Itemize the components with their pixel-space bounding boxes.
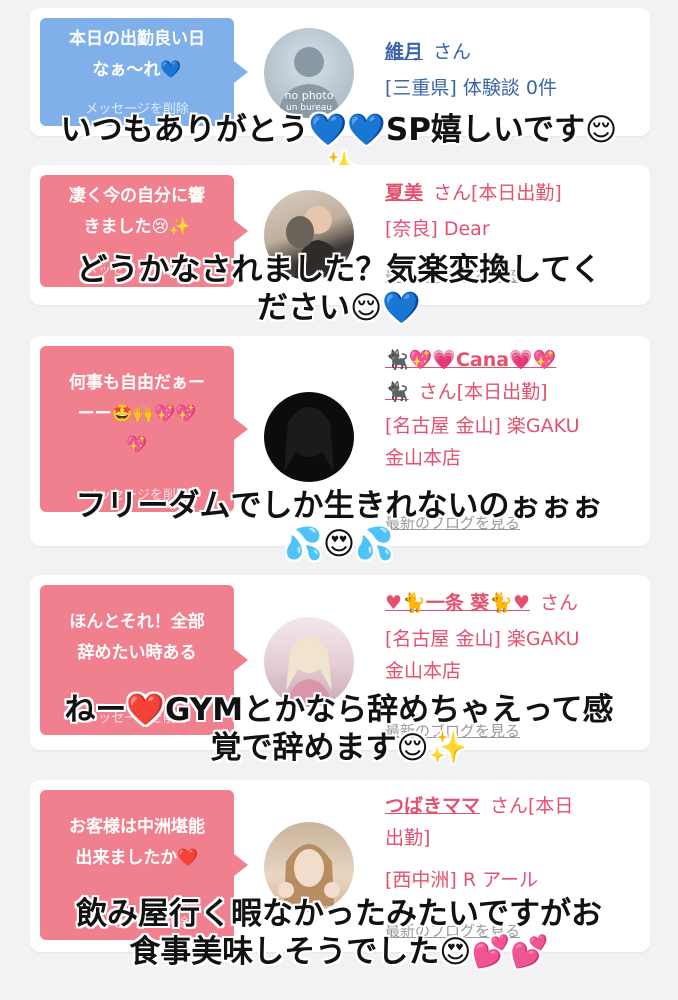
profile-info: 維月 さん [三重県] 体験談 0件 — [385, 36, 635, 104]
message-text: なぁ〜れ💙 — [92, 60, 182, 80]
profile-info: ♥🐈一条 葵🐈♥ さん [名古屋 金山] 楽GAKU 金山本店 — [385, 587, 635, 687]
profile-detail: [名古屋 金山] 楽GAKU — [385, 628, 580, 650]
honorific: さん[本日出勤] — [433, 182, 562, 204]
honorific-continued: 出勤] — [385, 827, 431, 849]
profile-name-link[interactable]: 🐈‍⬛ — [385, 381, 409, 403]
overlay-caption: ねー❤️GYMとかなら辞めちゃえって感 覚で辞めます😌✨ — [64, 692, 614, 766]
profile-info: つばきママ さん[本日 出勤] [西中洲] R アール — [385, 790, 635, 896]
message-text: 本日の出勤良い日 — [69, 29, 205, 49]
overlay-caption: どうかなされました？気楽変換してく ださい😌💙 — [76, 252, 602, 326]
profile-detail: [三重県] 体験談 0件 — [385, 77, 557, 99]
profile-photo — [284, 407, 334, 472]
honorific: さん[本日出勤] — [418, 381, 548, 403]
honorific: さん — [433, 41, 472, 63]
honorific: さん[本日 — [490, 795, 574, 817]
profile-detail: 金山本店 — [385, 660, 462, 682]
overlay-caption: 飲み屋行く暇なかったみたいですがお 食事美味しそうでした😍💕💕 — [75, 896, 603, 970]
message-text: 凄く今の自分に響 — [69, 186, 205, 206]
profile-info: 夏美 さん[本日出勤] [奈良] Dear — [385, 177, 635, 245]
profile-info: 🐈‍⬛💖💗Cana💗💖 🐈‍⬛ さん[本日出勤] [名古屋 金山] 楽GAKU 金… — [385, 344, 635, 474]
message-text: お客様は中洲堪能 — [69, 817, 205, 837]
profile-name-link[interactable]: 維月 — [385, 41, 423, 63]
message-text: きました😢✨ — [83, 217, 191, 237]
message-text: 辞めたい時ある — [77, 643, 197, 663]
profile-detail: 金山本店 — [385, 447, 462, 469]
message-text: 何事も自由だぁー — [69, 373, 205, 393]
profile-detail: [西中洲] R アール — [385, 869, 538, 891]
profile-name-link[interactable]: ♥🐈一条 葵🐈♥ — [385, 592, 530, 614]
avatar[interactable] — [264, 392, 354, 482]
profile-detail: [名古屋 金山] 楽GAKU — [385, 415, 580, 437]
honorific: さん — [540, 592, 579, 614]
message-text: ほんとそれ！全部 — [69, 612, 205, 632]
message-text: 💖 — [126, 435, 148, 455]
profile-name-link[interactable]: つばきママ — [385, 795, 480, 817]
profile-name-link[interactable]: 🐈‍⬛💖💗Cana💗💖 — [385, 349, 556, 371]
avatar[interactable]: no photo un bureau — [264, 28, 354, 118]
profile-name-link[interactable]: 夏美 — [385, 182, 423, 204]
profile-detail: [奈良] Dear — [385, 218, 490, 240]
overlay-caption: フリーダムでしか生きれないのぉぉぉ 💦😍💦 — [75, 488, 603, 562]
message-text: 出来ましたか❤️ — [75, 848, 199, 868]
message-text: ーー🤩🙌💖💖 — [77, 404, 197, 424]
